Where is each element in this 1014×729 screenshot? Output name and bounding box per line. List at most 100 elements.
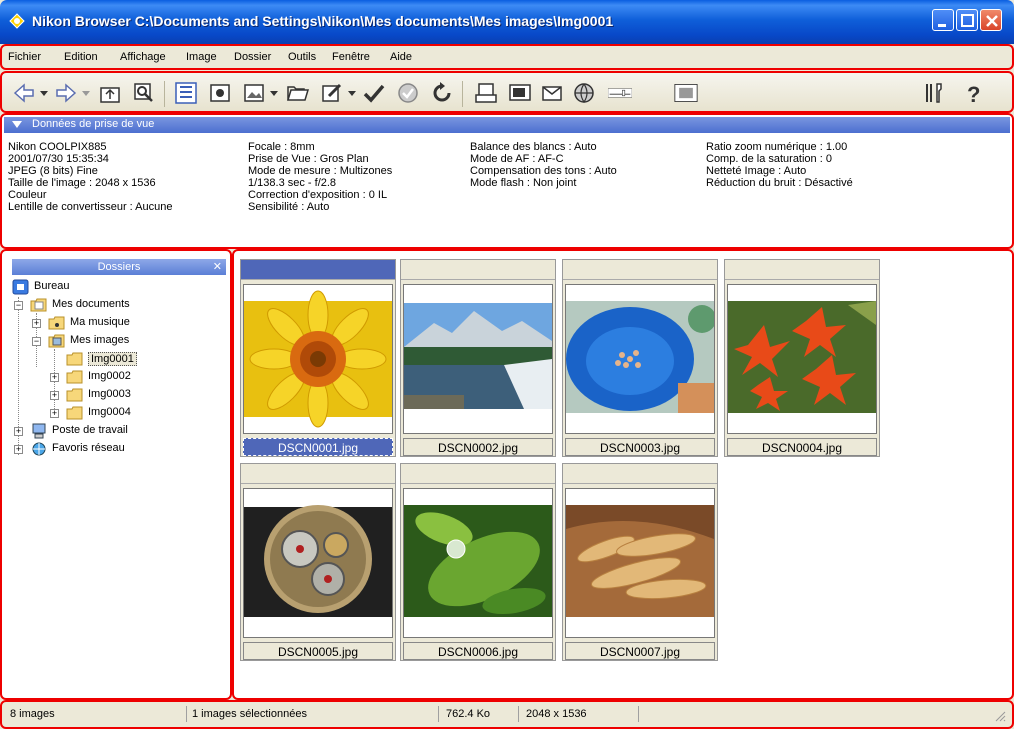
edit-dropdown-icon[interactable] (348, 89, 356, 97)
expander-poste-de-travail[interactable]: + (14, 427, 23, 436)
menu-outils[interactable]: Outils (288, 51, 316, 63)
expander-mes-images[interactable]: − (32, 337, 41, 346)
flash-mode: Mode flash : Non joint (470, 177, 577, 189)
nikon-browser-window: Nikon Browser C:\Documents and Settings\… (0, 0, 1014, 729)
preview-button[interactable] (208, 81, 232, 105)
forward-button[interactable] (54, 81, 78, 105)
documents-folder-icon (30, 298, 47, 312)
file-format: JPEG (8 bits) Fine (8, 165, 98, 177)
search-button[interactable] (132, 81, 156, 105)
thumbnail-filename: DSCN0003.jpg (565, 438, 715, 456)
color-mode: Couleur (8, 189, 47, 201)
menu-aide[interactable]: Aide (390, 51, 412, 63)
preview-icon (210, 84, 230, 102)
back-button[interactable] (12, 81, 36, 105)
status-image-dims: 2048 x 1536 (526, 708, 587, 720)
close-button[interactable] (980, 9, 1002, 31)
picture-icon (244, 84, 264, 102)
folders-close-button[interactable]: ✕ (213, 259, 222, 275)
image-size: Taille de l'image : 2048 x 1536 (8, 177, 156, 189)
expander-img0002[interactable]: + (50, 373, 59, 382)
verify-button[interactable] (396, 81, 420, 105)
grid-view-icon (674, 84, 698, 102)
thumbnail-filename: DSCN0007.jpg (565, 642, 715, 660)
web-button[interactable] (572, 81, 596, 105)
slideshow-button[interactable] (242, 81, 266, 105)
tools-button[interactable] (922, 81, 946, 105)
email-button[interactable] (540, 81, 564, 105)
back-arrow-icon (13, 83, 34, 103)
focal-length: Focale : 8mm (248, 141, 315, 153)
capture-date: 2001/07/30 15:35:34 (8, 153, 109, 165)
thumbnail-item[interactable]: DSCN0001.jpg (240, 259, 396, 457)
rotate-button[interactable] (430, 81, 454, 105)
svg-text:?: ? (967, 82, 980, 105)
folders-toggle-button[interactable] (174, 81, 198, 105)
folders-panel: Dossiers ✕ Bureau − Mes documents + Ma m… (0, 249, 232, 700)
back-dropdown-icon[interactable] (40, 89, 48, 97)
shooting-data-title: Données de prise de vue (32, 118, 155, 130)
shutter-aperture: 1/138.3 sec - f/2.8 (248, 177, 337, 189)
folder-open-icon (66, 352, 83, 366)
maximize-button[interactable] (956, 9, 978, 31)
blue-bowl-image (566, 301, 714, 413)
open-folder-button[interactable] (286, 81, 310, 105)
folder-icon (66, 406, 83, 420)
minimize-button[interactable] (932, 9, 954, 31)
print-icon (475, 83, 497, 103)
metering-mode: Mode de mesure : Multizones (248, 165, 393, 177)
converter-lens: Lentille de convertisseur : Aucune (8, 201, 173, 213)
music-folder-icon (48, 316, 65, 330)
status-file-size: 762.4 Ko (446, 708, 491, 720)
menu-fenetre[interactable]: Fenêtre (332, 51, 370, 63)
title-bar[interactable]: Nikon Browser C:\Documents and Settings\… (0, 0, 1014, 44)
menu-fichier[interactable]: Fichier (8, 51, 41, 63)
menu-affichage[interactable]: Affichage (120, 51, 166, 63)
forward-dropdown-icon[interactable] (82, 89, 90, 97)
thumbnail-view-button[interactable] (674, 81, 702, 105)
thumbnail-image-frame (727, 284, 877, 434)
exposure-comp: Correction d'exposition : 0 IL (248, 189, 388, 201)
pictures-folder-icon (48, 334, 65, 348)
thumbnail-image-frame (243, 284, 393, 434)
verify-icon (398, 83, 418, 103)
thumbnail-item[interactable]: DSCN0006.jpg (400, 463, 556, 661)
thumbnail-size-slider[interactable] (608, 81, 668, 105)
display-button[interactable] (508, 81, 532, 105)
shooting-data-header[interactable]: Données de prise de vue (4, 117, 1010, 133)
expander-favoris-reseau[interactable]: + (14, 445, 23, 454)
menu-edition[interactable]: Edition (64, 51, 98, 63)
menu-image[interactable]: Image (186, 51, 217, 63)
expander-ma-musique[interactable]: + (32, 319, 41, 328)
protect-button[interactable] (362, 81, 386, 105)
af-mode: Mode de AF : AF-C (470, 153, 564, 165)
thumbnail-item[interactable]: DSCN0004.jpg (724, 259, 880, 457)
expander-img0003[interactable]: + (50, 391, 59, 400)
expander-mes-documents[interactable]: − (14, 301, 23, 310)
thumbnail-area: DSCN0001.jpg DSCN0002.jpg DSCN0003.jpg D… (232, 249, 1014, 700)
slider-icon (608, 88, 632, 98)
resize-grip-icon[interactable] (994, 710, 1006, 722)
window-title: Nikon Browser C:\Documents and Settings\… (32, 13, 614, 29)
network-icon (32, 442, 46, 456)
thumbnail-item[interactable]: DSCN0003.jpg (562, 259, 718, 457)
thumbnail-filename: DSCN0004.jpg (727, 438, 877, 456)
leaf-droplet-image (404, 505, 552, 617)
menu-dossier[interactable]: Dossier (234, 51, 271, 63)
thumbnail-item[interactable]: DSCN0005.jpg (240, 463, 396, 661)
folder-icon (66, 388, 83, 402)
folders-title: Dossiers (97, 261, 141, 273)
up-folder-button[interactable] (98, 81, 122, 105)
thumbnail-item[interactable]: DSCN0007.jpg (562, 463, 718, 661)
search-icon (134, 83, 153, 102)
thumbnail-filename: DSCN0005.jpg (243, 642, 393, 660)
shooting-col-2: Focale : 8mm Prise de Vue : Gros Plan Mo… (248, 141, 392, 213)
collapse-triangle-icon[interactable] (12, 121, 22, 129)
help-button[interactable]: ? (962, 81, 986, 105)
print-button[interactable] (474, 81, 498, 105)
sharpness: Netteté Image : Auto (706, 165, 807, 177)
edit-button[interactable] (320, 81, 344, 105)
thumbnail-item[interactable]: DSCN0002.jpg (400, 259, 556, 457)
slideshow-dropdown-icon[interactable] (270, 89, 278, 97)
expander-img0004[interactable]: + (50, 409, 59, 418)
